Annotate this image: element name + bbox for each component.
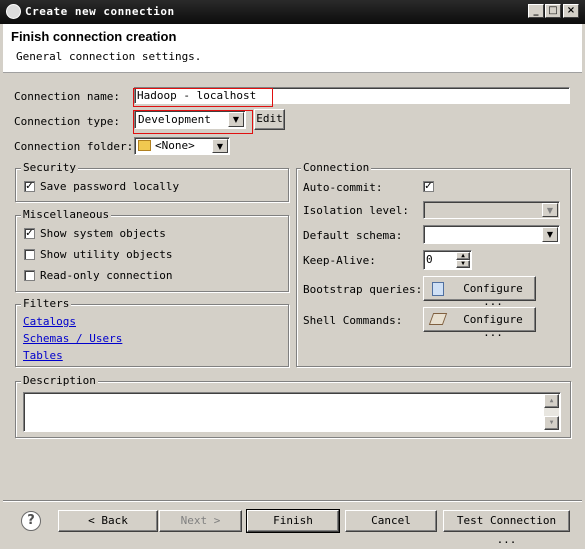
next-button[interactable]: Next > <box>159 510 242 532</box>
miscellaneous-group-title: Miscellaneous <box>21 208 112 221</box>
check-icon: ✓ <box>424 181 433 192</box>
window-title: Create new connection <box>25 5 175 18</box>
configure-shell-button[interactable]: Configure ... <box>423 307 536 339</box>
read-only-label: Read-only connection <box>40 269 173 282</box>
keep-alive-value: 0 <box>426 253 433 266</box>
bootstrap-queries-label: Bootstrap queries: <box>303 283 423 296</box>
name-highlight-box <box>133 88 273 107</box>
shell-commands-label: Shell Commands: <box>303 314 403 327</box>
connection-name-label: Connection name: <box>14 90 120 103</box>
auto-commit-checkbox[interactable]: ✓ <box>423 181 434 192</box>
close-button[interactable]: × <box>563 4 579 18</box>
connection-folder-value: <None> <box>155 139 195 152</box>
configure-bootstrap-label: Configure ... <box>463 282 523 308</box>
cancel-button[interactable]: Cancel <box>345 510 437 532</box>
type-highlight-box <box>133 110 253 134</box>
default-schema-select[interactable]: ▼ <box>423 225 560 244</box>
shell-icon <box>428 313 448 325</box>
description-scrollbar[interactable]: ▲ ▼ <box>544 394 559 430</box>
default-schema-label: Default schema: <box>303 229 403 242</box>
description-textarea[interactable]: ▲ ▼ <box>23 392 561 432</box>
auto-commit-label: Auto-commit: <box>303 181 383 194</box>
scroll-down-icon[interactable]: ▼ <box>544 416 559 430</box>
increment-icon[interactable]: ▲ <box>456 252 470 260</box>
maximize-button[interactable]: □ <box>545 4 561 18</box>
catalogs-link[interactable]: Catalogs <box>23 315 76 328</box>
isolation-level-select[interactable]: ▼ <box>423 201 560 219</box>
configure-bootstrap-button[interactable]: Configure ... <box>423 276 536 308</box>
chevron-down-icon[interactable]: ▼ <box>212 139 228 153</box>
wizard-header: Finish connection creation General conne… <box>3 24 582 73</box>
show-utility-objects-checkbox[interactable] <box>24 249 35 260</box>
save-password-label: Save password locally <box>40 180 180 193</box>
keep-alive-label: Keep-Alive: <box>303 254 376 267</box>
show-system-objects-checkbox[interactable]: ✓ <box>24 228 35 239</box>
scroll-up-icon[interactable]: ▲ <box>544 394 559 408</box>
show-system-objects-label: Show system objects <box>40 227 166 240</box>
security-group-title: Security <box>21 161 78 174</box>
edit-type-button[interactable]: Edit <box>254 109 285 130</box>
configure-shell-label: Configure ... <box>463 313 523 339</box>
test-connection-button[interactable]: Test Connection ... <box>443 510 570 546</box>
page-title: Finish connection creation <box>11 29 177 44</box>
back-button[interactable]: < Back <box>58 510 158 532</box>
connection-type-label: Connection type: <box>14 115 120 128</box>
description-group-title: Description <box>21 374 98 387</box>
minimize-button[interactable]: _ <box>528 4 544 18</box>
connection-folder-select[interactable]: <None> ▼ <box>134 137 230 155</box>
connection-group-title: Connection <box>301 161 372 174</box>
page-subtitle: General connection settings. <box>16 50 202 63</box>
connection-folder-label: Connection folder: <box>14 140 134 153</box>
check-icon: ✓ <box>25 228 34 239</box>
help-icon[interactable]: ? <box>21 511 41 531</box>
folder-icon <box>138 140 151 151</box>
chevron-down-icon[interactable]: ▼ <box>542 227 558 242</box>
footer-separator <box>3 500 582 502</box>
document-icon <box>432 282 444 296</box>
filters-group-title: Filters <box>21 297 72 310</box>
schemas-users-link[interactable]: Schemas / Users <box>23 332 122 345</box>
decrement-icon[interactable]: ▼ <box>456 260 470 268</box>
read-only-checkbox[interactable] <box>24 270 35 281</box>
save-password-checkbox[interactable]: ✓ <box>24 181 35 192</box>
keep-alive-stepper[interactable]: 0 ▲ ▼ <box>423 250 472 270</box>
check-icon: ✓ <box>25 181 34 192</box>
show-utility-objects-label: Show utility objects <box>40 248 173 261</box>
isolation-level-label: Isolation level: <box>303 204 409 217</box>
tables-link[interactable]: Tables <box>23 349 63 362</box>
app-icon <box>6 4 21 19</box>
finish-button[interactable]: Finish <box>246 509 340 533</box>
chevron-down-icon[interactable]: ▼ <box>542 203 558 217</box>
